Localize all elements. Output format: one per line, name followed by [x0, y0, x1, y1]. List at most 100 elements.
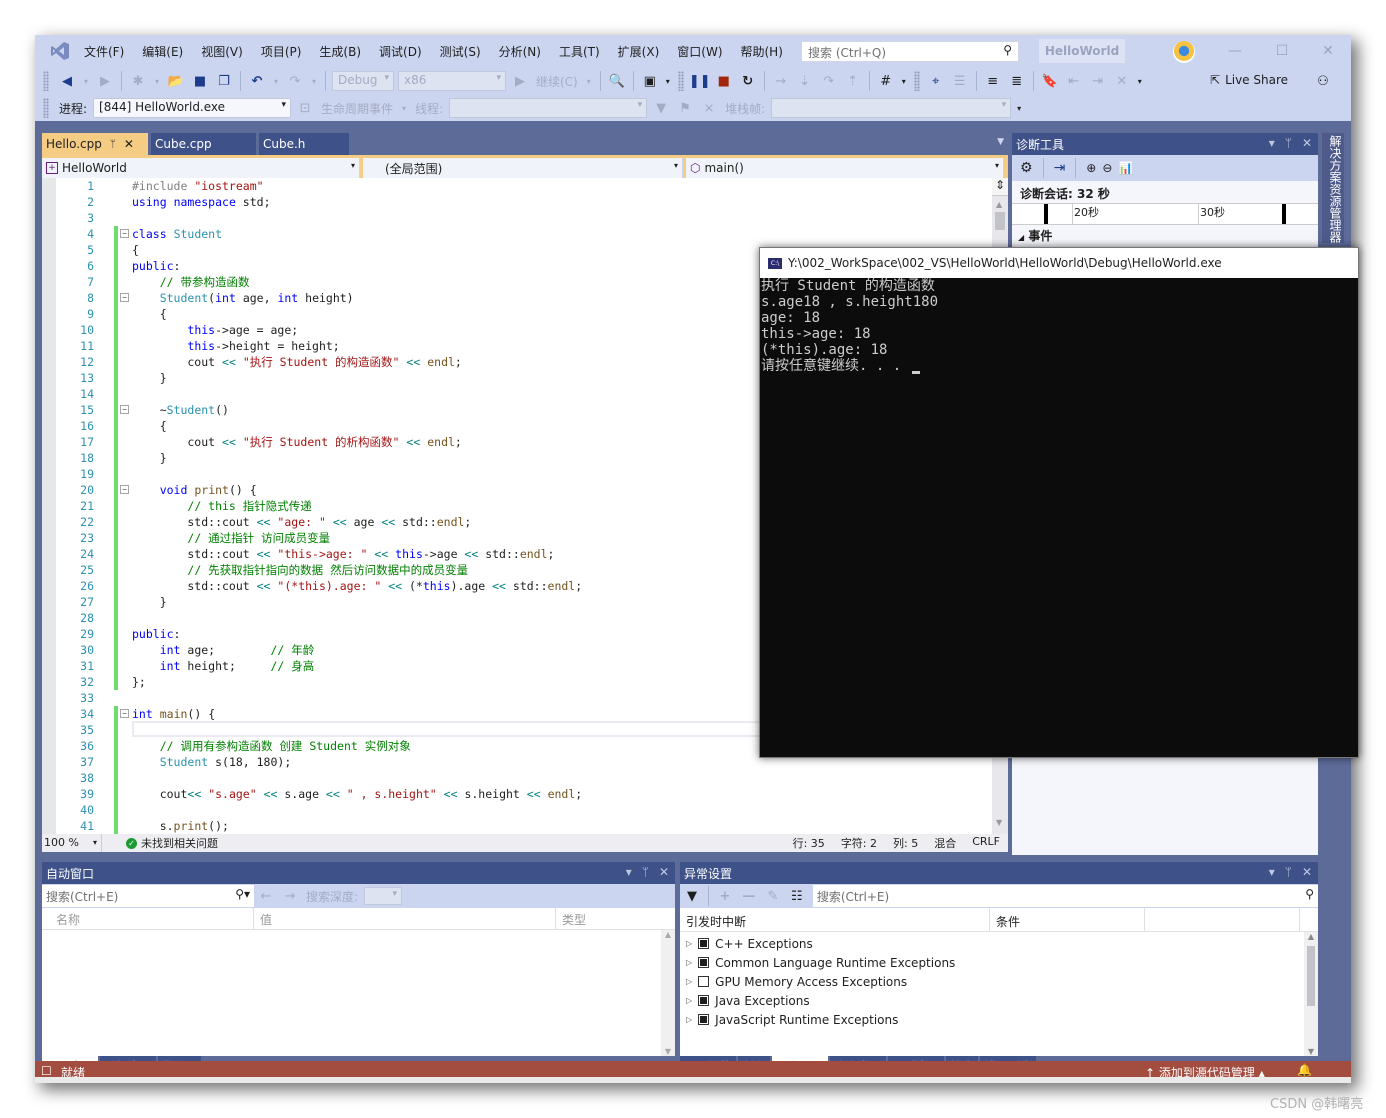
autos-scrollbar[interactable]: ▲ ▼	[661, 930, 675, 1056]
code-line[interactable]: 38	[42, 770, 982, 786]
continue-button[interactable]: 继续(C)	[536, 73, 578, 90]
menu-project[interactable]: 项目(P)	[252, 43, 311, 60]
notifications-icon[interactable]: 🔔	[1297, 1063, 1312, 1077]
thread-select[interactable]: ▾	[449, 98, 648, 118]
search-back-icon[interactable]: ←	[256, 886, 276, 906]
pin-icon[interactable]: ᛘ	[110, 139, 116, 150]
lifecycle-events-icon[interactable]: ⊡	[295, 98, 315, 118]
menu-view[interactable]: 视图(V)	[192, 43, 252, 60]
issues-indicator[interactable]: ✓ 未找到相关问题	[126, 835, 218, 851]
comment-lines-icon[interactable]: ≡	[983, 71, 1003, 91]
maximize-button[interactable]: ☐	[1272, 41, 1292, 61]
menu-debug[interactable]: 调试(D)	[370, 43, 431, 60]
lifecycle-dropdown-icon[interactable]: ▾	[399, 98, 409, 118]
project-select[interactable]: + HelloWorld ▾	[42, 158, 360, 178]
uncomment-lines-icon[interactable]: ≣	[1007, 71, 1027, 91]
exception-search-input[interactable]: 搜索(Ctrl+E) ⚲	[812, 885, 1319, 907]
minimize-button[interactable]: —	[1225, 41, 1245, 61]
menu-file[interactable]: 文件(F)	[75, 43, 133, 60]
expand-icon[interactable]: ▷	[686, 996, 692, 1005]
line-ending[interactable]: CRLF	[972, 835, 1000, 851]
scrollbar-thumb[interactable]	[1307, 946, 1315, 1006]
step-into-icon[interactable]: ⇣	[795, 71, 815, 91]
export-icon[interactable]: ⇥	[1054, 160, 1066, 176]
scroll-up-icon[interactable]: ▲	[661, 930, 675, 939]
close-window-button[interactable]: ✕	[1318, 41, 1338, 61]
global-search-input[interactable]: 搜索 (Ctrl+Q) ⚲	[801, 41, 1019, 62]
stop-icon[interactable]: ■	[714, 71, 734, 91]
collapse-icon[interactable]: −	[120, 229, 129, 238]
pin-icon[interactable]: ᛘ	[1285, 136, 1292, 150]
menu-edit[interactable]: 编辑(E)	[133, 43, 192, 60]
console-title-bar[interactable]: C:\ Y:\002_WorkSpace\002_VS\HelloWorld\H…	[760, 248, 1358, 278]
exception-row[interactable]: ▷ GPU Memory Access Exceptions	[680, 972, 1318, 991]
live-share-button[interactable]: ⇱ Live Share	[1210, 73, 1288, 87]
settings-gear-icon[interactable]: ⚙	[1020, 160, 1033, 176]
exception-checkbox[interactable]	[698, 957, 710, 968]
code-line[interactable]: 3	[42, 210, 982, 226]
scroll-up-icon[interactable]: ▲	[1304, 932, 1318, 941]
step-over-icon[interactable]: ↷	[819, 71, 839, 91]
expand-icon[interactable]: ▷	[686, 958, 692, 967]
flag-threads-icon[interactable]: ⚑	[675, 98, 695, 118]
code-line[interactable]: 2 using namespace std;	[42, 194, 982, 210]
code-line[interactable]: 39 cout<< "s.age" << s.age << " , s.heig…	[42, 786, 982, 802]
save-all-icon[interactable]: ❐	[214, 71, 234, 91]
navigate-forward-icon[interactable]: ▶	[95, 71, 115, 91]
filter-threads-icon[interactable]: ▼	[651, 98, 671, 118]
menu-extensions[interactable]: 扩展(X)	[609, 43, 669, 60]
tab-cube-h[interactable]: Cube.h	[259, 133, 349, 155]
continue-dropdown-icon[interactable]: ▾	[584, 71, 594, 91]
close-panel-icon[interactable]: ✕	[659, 865, 669, 879]
prev-bookmark-icon[interactable]: ⇤	[1064, 71, 1084, 91]
zoom-select[interactable]: 100 % ▾	[42, 834, 102, 852]
exception-checkbox[interactable]	[698, 938, 710, 949]
char-number[interactable]: 字符: 2	[841, 835, 877, 851]
column-break-when-thrown[interactable]: 引发时中断	[680, 908, 990, 931]
timeline-ruler[interactable]: 20秒 30秒	[1012, 203, 1318, 225]
window-position-dropdown-icon[interactable]: ▾	[626, 865, 632, 879]
lifecycle-events-button[interactable]: 生命周期事件	[321, 100, 393, 117]
exception-row[interactable]: ▷ JavaScript Runtime Exceptions	[680, 1010, 1318, 1029]
exception-row[interactable]: ▷ C++ Exceptions	[680, 934, 1318, 953]
pin-icon[interactable]: ᛘ	[642, 865, 649, 879]
collapse-icon[interactable]: −	[120, 485, 129, 494]
overflow-icon[interactable]: ▾	[1015, 98, 1023, 118]
new-project-icon[interactable]: ✱	[128, 71, 148, 91]
redo-icon[interactable]: ↷	[285, 71, 305, 91]
pause-icon[interactable]: ❚❚	[689, 71, 711, 91]
exception-checkbox[interactable]	[698, 1014, 710, 1025]
restore-defaults-icon[interactable]: ☷	[787, 886, 807, 906]
expand-icon[interactable]: ▷	[686, 1015, 692, 1024]
diagnostics-window-icon[interactable]: ▣	[640, 71, 660, 91]
overflow-icon[interactable]: ▾	[664, 71, 672, 91]
tab-cube-cpp[interactable]: Cube.cpp	[151, 133, 256, 155]
pin-icon[interactable]: ᛘ	[1285, 865, 1292, 879]
column-name[interactable]: 名称	[42, 908, 254, 929]
search-depth-select[interactable]: ▾	[364, 887, 403, 905]
continue-play-icon[interactable]: ▶	[510, 71, 530, 91]
scope-select[interactable]: (全局范围) ▾	[363, 158, 683, 178]
expand-icon[interactable]: ▷	[686, 977, 692, 986]
open-file-icon[interactable]: 📂	[166, 71, 186, 91]
navigate-back-icon[interactable]: ◀	[57, 71, 77, 91]
tab-overflow-icon[interactable]: ▼	[997, 137, 1004, 147]
window-position-dropdown-icon[interactable]: ▾	[1269, 136, 1275, 150]
scroll-down-icon[interactable]: ▼	[1304, 1047, 1318, 1056]
solution-explorer-tab[interactable]: 解决方案资源管理器	[1322, 133, 1344, 243]
collapse-icon[interactable]: −	[120, 293, 129, 302]
next-bookmark-icon[interactable]: ⇥	[1088, 71, 1108, 91]
code-line[interactable]: 4 − class Student	[42, 226, 982, 242]
zoom-out-icon[interactable]: ⊖	[1102, 161, 1112, 175]
save-icon[interactable]: ■	[190, 71, 210, 91]
expand-icon[interactable]: ▷	[686, 939, 692, 948]
scrollbar-thumb[interactable]	[995, 212, 1005, 230]
menu-help[interactable]: 帮助(H)	[732, 43, 792, 60]
select-tools-icon[interactable]: 📊	[1118, 161, 1133, 175]
solution-config-select[interactable]: Debug ▾	[332, 71, 394, 91]
exception-row[interactable]: ▷ Java Exceptions	[680, 991, 1318, 1010]
col-number[interactable]: 列: 5	[893, 835, 918, 851]
exception-scrollbar[interactable]: ▲ ▼	[1304, 932, 1318, 1056]
select-element-icon[interactable]: ⌖	[926, 71, 946, 91]
filter-icon[interactable]: ▼	[682, 886, 702, 906]
